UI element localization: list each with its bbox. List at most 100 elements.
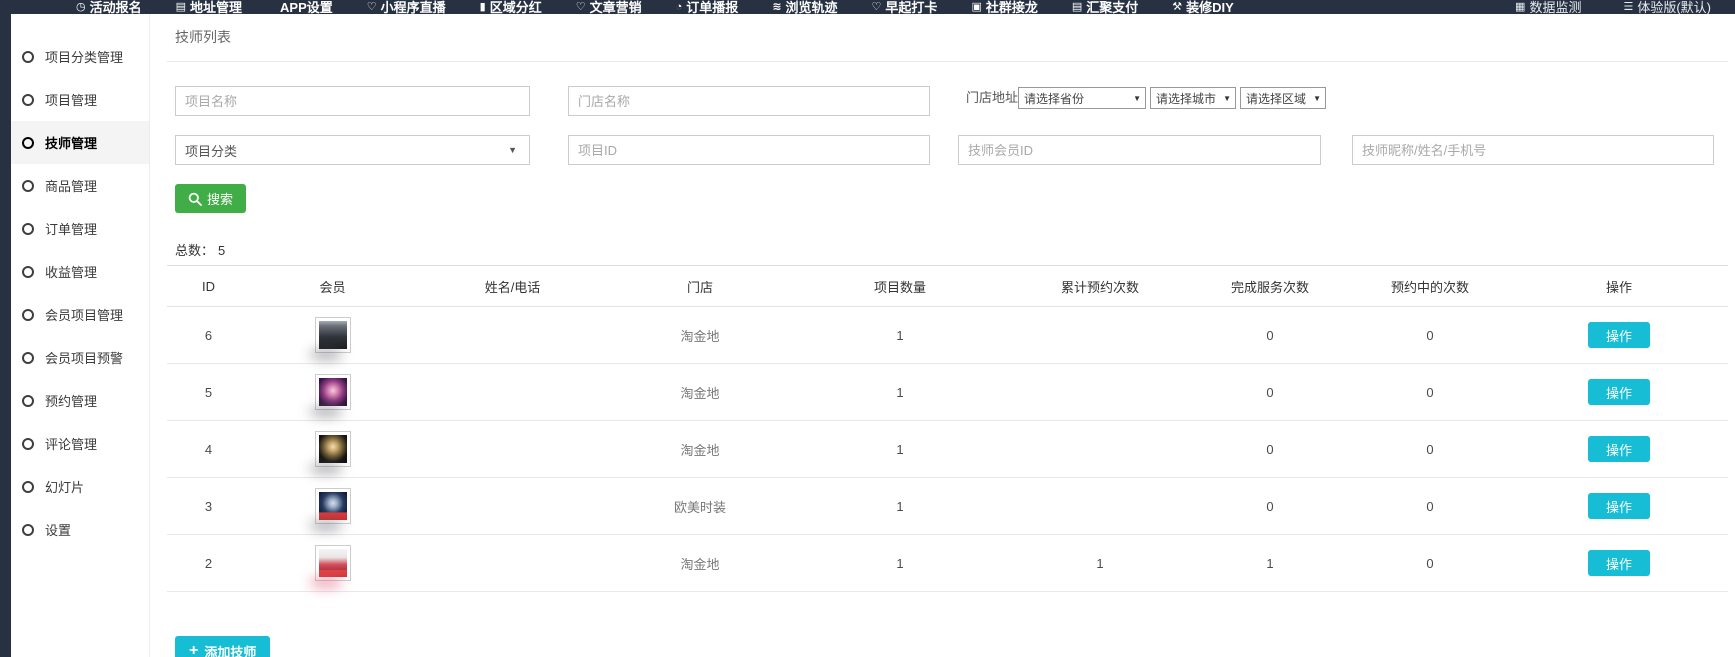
member-avatar[interactable] [315, 545, 351, 581]
chevron-down-icon: ▼ [1223, 94, 1231, 103]
total-count: 总数：5 [175, 240, 225, 259]
table-header-cell: 累计预约次数 [1010, 266, 1190, 307]
circle-icon [22, 524, 34, 536]
cell-completed-services: 0 [1190, 421, 1350, 478]
cell-project-count: 1 [790, 535, 1010, 592]
sidebar-item[interactable]: 会员项目预警 [0, 336, 149, 379]
cell-name-phone [415, 421, 610, 478]
table-header-cell: 完成服务次数 [1190, 266, 1350, 307]
sidebar-item[interactable]: 设置 [0, 508, 149, 551]
add-technician-button[interactable]: + 添加技师 [175, 636, 270, 657]
cell-total-bookings [1010, 421, 1190, 478]
cell-total-bookings [1010, 364, 1190, 421]
sidebar-item[interactable]: 预约管理 [0, 379, 149, 422]
province-select[interactable]: 请选择省份 ▼ [1018, 87, 1146, 109]
avatar-image [319, 378, 347, 406]
nav-menu-item[interactable]: ▤ 地址管理 [166, 0, 252, 14]
cell-project-count: 1 [790, 478, 1010, 535]
sidebar-item[interactable]: 项目管理 [0, 78, 149, 121]
nav-item-icon: ▣ [971, 1, 981, 14]
nav-menu-item[interactable]: ⚒ 装修DIY [1162, 0, 1244, 14]
province-select-value: 请选择省份 [1024, 90, 1084, 107]
sidebar-item-label: 会员项目管理 [45, 305, 123, 324]
nav-menu-item[interactable]: ◷ 活动报名 [66, 0, 152, 14]
sidebar-item[interactable]: 幻灯片 [0, 465, 149, 508]
cell-pending-bookings: 0 [1350, 421, 1510, 478]
table-row: 4 淘金地 1 0 0 操作 [167, 421, 1728, 478]
sidebar-item-label: 项目管理 [45, 90, 97, 109]
store-name-input[interactable] [568, 86, 930, 116]
sidebar-item-label: 订单管理 [45, 219, 97, 238]
sidebar-item[interactable]: 收益管理 [0, 250, 149, 293]
cell-total-bookings [1010, 478, 1190, 535]
project-id-input[interactable] [568, 135, 930, 165]
sidebar-item[interactable]: 项目分类管理 [0, 35, 149, 78]
table-header-cell: 会员 [250, 266, 415, 307]
nav-menu-item[interactable]: ▮ 区域分红 [470, 0, 552, 14]
member-avatar[interactable] [315, 317, 351, 353]
cell-member [250, 535, 415, 592]
row-action-button[interactable]: 操作 [1588, 436, 1650, 462]
nav-menu-item[interactable]: ▤ 汇聚支付 [1062, 0, 1148, 14]
nav-menu-item[interactable]: ♡ 早起打卡 [862, 0, 948, 14]
cell-project-count: 1 [790, 364, 1010, 421]
district-select[interactable]: 请选择区域 ▼ [1240, 87, 1326, 109]
technician-table: ID 会员 姓名/电话 门店 项目数量 累计预约次数 完成服务次数 预约中的次数… [167, 265, 1728, 592]
circle-icon [22, 395, 34, 407]
store-address-label: 门店地址 [966, 87, 1018, 109]
circle-icon [22, 352, 34, 364]
chevron-down-icon: ▼ [1313, 94, 1321, 103]
sidebar-item[interactable]: 商品管理 [0, 164, 149, 207]
avatar-image [319, 549, 347, 577]
sidebar-item[interactable]: 会员项目管理 [0, 293, 149, 336]
nav-item-icon: ⚒ [1172, 1, 1182, 14]
cell-actions: 操作 [1510, 307, 1728, 364]
sidebar-item[interactable]: 订单管理 [0, 207, 149, 250]
nav-right-item[interactable]: ☰ 体验版(默认) [1613, 0, 1721, 14]
city-select[interactable]: 请选择城市 ▼ [1150, 87, 1236, 109]
nav-menu: ◷ 活动报名 ▤ 地址管理 APP设置 ♡ [0, 0, 1244, 14]
row-action-button[interactable]: 操作 [1588, 322, 1650, 348]
sidebar-item[interactable]: 评论管理 [0, 422, 149, 465]
nav-right-menu: ▦ 数据监测 ☰ 体验版(默认) [1505, 0, 1735, 14]
member-avatar[interactable] [315, 374, 351, 410]
tech-name-input[interactable] [1352, 135, 1714, 165]
nav-item-icon: ≋ [772, 1, 781, 14]
nav-menu-item[interactable]: ◔ 订单播报 [666, 0, 749, 14]
cell-actions: 操作 [1510, 364, 1728, 421]
chevron-down-icon: ▼ [508, 145, 517, 155]
project-category-select[interactable]: 项目分类 ▼ [175, 135, 530, 165]
nav-menu-item[interactable]: ≋ 浏览轨迹 [762, 0, 847, 14]
cell-id: 4 [167, 421, 250, 478]
cell-pending-bookings: 0 [1350, 478, 1510, 535]
table-row: 2 淘金地 1 1 1 0 操作 [167, 535, 1728, 592]
nav-right-label: 数据监测 [1529, 1, 1581, 14]
nav-menu-item[interactable]: ▣ 社群接龙 [961, 0, 1047, 14]
row-action-button[interactable]: 操作 [1588, 379, 1650, 405]
nav-menu-item[interactable]: ♡ 小程序直播 [357, 0, 456, 14]
nav-item-icon: ♡ [872, 1, 882, 14]
sidebar-item[interactable]: 技师管理 [0, 121, 149, 164]
nav-menu-item[interactable]: ♡ 文章营销 [566, 0, 652, 14]
cell-id: 3 [167, 478, 250, 535]
nav-menu-item[interactable]: APP设置 [266, 0, 343, 14]
row-action-button[interactable]: 操作 [1588, 493, 1650, 519]
nav-item-label: 活动报名 [90, 1, 142, 14]
nav-item-label: 汇聚支付 [1086, 1, 1138, 14]
search-button[interactable]: 搜索 [175, 184, 246, 213]
row-action-button[interactable]: 操作 [1588, 550, 1650, 576]
tech-member-id-input[interactable] [958, 135, 1321, 165]
table-row: 3 欧美时装 1 0 0 操作 [167, 478, 1728, 535]
search-icon [188, 192, 202, 206]
cell-completed-services: 0 [1190, 478, 1350, 535]
cell-actions: 操作 [1510, 421, 1728, 478]
cell-member [250, 307, 415, 364]
cell-member [250, 421, 415, 478]
nav-right-item[interactable]: ▦ 数据监测 [1505, 0, 1591, 14]
member-avatar[interactable] [315, 488, 351, 524]
cell-project-count: 1 [790, 421, 1010, 478]
member-avatar[interactable] [315, 431, 351, 467]
nav-item-icon: ▮ [480, 1, 486, 14]
project-name-input[interactable] [175, 86, 530, 116]
cell-name-phone [415, 535, 610, 592]
